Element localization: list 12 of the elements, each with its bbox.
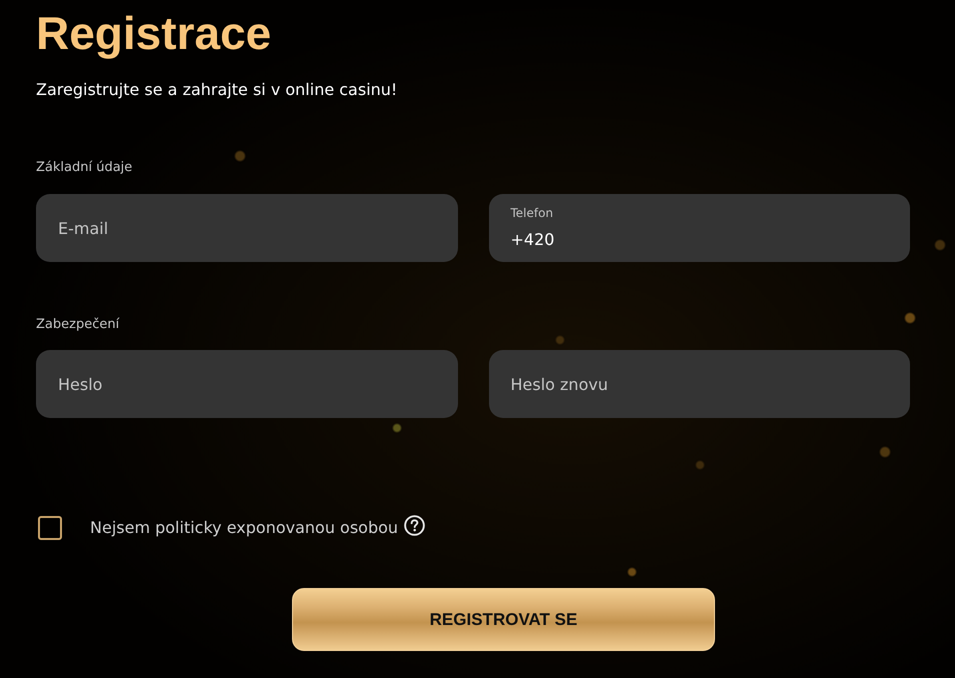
field-label: Telefon [510,205,554,221]
section-label: Zabezpečení [36,316,120,334]
consent-label: Nejsem politicky exponovanou osobou [90,518,398,538]
input-field[interactable]: E-mail [36,194,458,262]
checkbox[interactable] [38,516,62,540]
input-field[interactable]: Heslo [36,350,458,418]
page-title: Registrace [36,8,272,58]
input-field[interactable]: Heslo znovu [488,350,910,418]
section-label: Základní údaje [36,159,132,177]
help-icon[interactable] [404,514,426,536]
page-subtitle: Zaregistrujte se a zahrajte si v online casinu! [36,80,398,100]
register-button[interactable]: REGISTROVAT SE [292,588,715,651]
